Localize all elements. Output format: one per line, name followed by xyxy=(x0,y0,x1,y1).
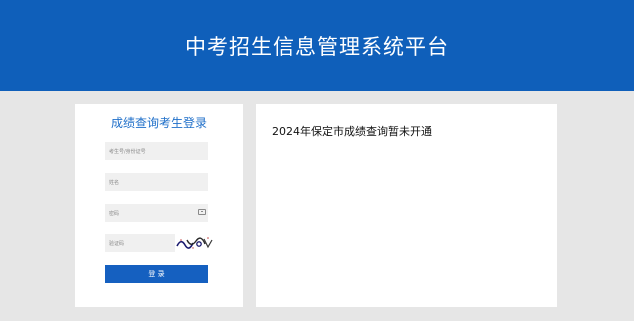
login-panel: 成绩查询考生登录 考生号/身份证号 姓名 密码 验证码 登 录 xyxy=(75,104,243,307)
password-input[interactable]: 密码 xyxy=(105,204,208,222)
notice-message: 2024年保定市成绩查询暂未开通 xyxy=(272,125,432,138)
login-title: 成绩查询考生登录 xyxy=(110,116,207,130)
login-button[interactable]: 登 录 xyxy=(105,265,208,283)
exam-id-placeholder: 考生号/身份证号 xyxy=(109,148,146,155)
captcha-graphic-icon xyxy=(176,237,213,249)
site-title: 中考招生信息管理系统平台 xyxy=(185,34,449,59)
captcha-image[interactable] xyxy=(175,234,215,252)
notice-panel: 2024年保定市成绩查询暂未开通 xyxy=(256,104,557,307)
keyboard-icon[interactable] xyxy=(198,209,206,215)
captcha-placeholder: 验证码 xyxy=(109,240,125,247)
captcha-input[interactable]: 验证码 xyxy=(105,234,175,252)
password-placeholder: 密码 xyxy=(109,210,120,217)
exam-id-input[interactable]: 考生号/身份证号 xyxy=(105,142,208,160)
name-placeholder: 姓名 xyxy=(109,179,120,186)
name-input[interactable]: 姓名 xyxy=(105,173,208,191)
site-header: 中考招生信息管理系统平台 xyxy=(0,0,634,91)
